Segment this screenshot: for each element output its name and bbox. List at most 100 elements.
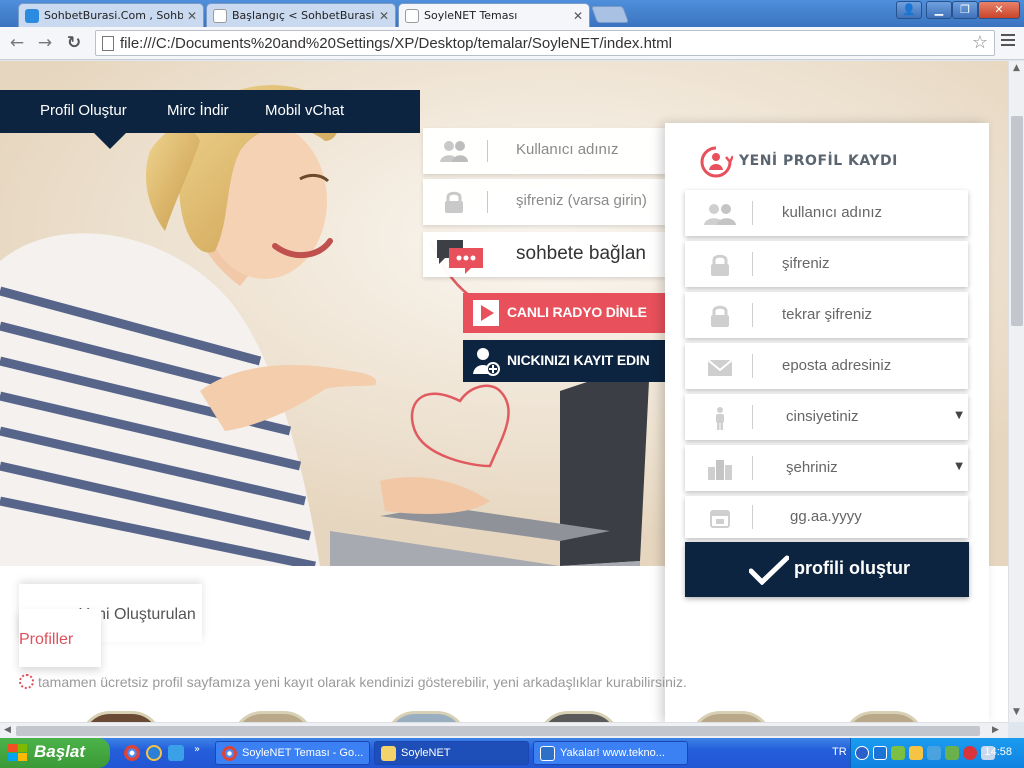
person-icon	[716, 407, 724, 430]
login-username-field[interactable]: Kullanıcı adınız	[423, 128, 665, 174]
chat-favicon-icon	[25, 8, 39, 23]
profiles-description: tamamen ücretsiz profil sayfamıza yeni k…	[38, 674, 687, 690]
chrome-quicklaunch-icon[interactable]	[124, 745, 140, 761]
chat-bubbles-icon	[437, 240, 483, 274]
register-birthdate-placeholder: gg.aa.yyyy	[790, 508, 862, 525]
browser-menu-icon[interactable]	[1001, 34, 1015, 48]
quicklaunch-more-icon[interactable]: »	[194, 744, 200, 755]
system-tray: 14:58	[850, 738, 1024, 768]
taskbar-item-browser[interactable]: SoyleNET Teması - Go...	[215, 741, 370, 765]
bookmark-star-icon[interactable]: ☆	[972, 32, 988, 53]
tab-close-icon[interactable]: ✕	[573, 9, 583, 23]
page-viewport: Profil Oluştur Mirc İndir Mobil vChat Ku…	[0, 61, 1008, 722]
register-password-placeholder: şifreniz	[782, 255, 830, 272]
taskbar-item-folder[interactable]: SoyleNET	[374, 741, 529, 765]
lock-icon	[445, 191, 463, 213]
browser-tab-soylenet[interactable]: SoyleNET Teması ✕	[398, 3, 590, 27]
tray-app-icon[interactable]	[945, 746, 959, 760]
register-gender-value: cinsiyetiniz	[786, 408, 859, 425]
scroll-down-icon[interactable]: ▼	[1013, 707, 1020, 717]
city-buildings-icon	[708, 460, 732, 480]
register-username-field[interactable]: kullanıcı adınız	[685, 190, 968, 236]
users-icon	[440, 141, 468, 162]
reload-icon[interactable]: ↻	[63, 32, 85, 54]
profiles-tab-title: Profiller	[19, 631, 74, 648]
create-profile-button[interactable]: profili oluştur	[685, 542, 969, 597]
tray-security-icon[interactable]	[963, 746, 977, 760]
field-separator	[752, 252, 753, 276]
profile-avatar[interactable]	[385, 711, 467, 722]
minimize-icon[interactable]: ▁	[926, 1, 952, 19]
lock-icon	[711, 305, 729, 327]
register-nick-button[interactable]: NICKINIZI KAYIT EDIN	[463, 340, 665, 382]
register-city-value: şehriniz	[786, 459, 838, 476]
browser-tab-baslangic[interactable]: Başlangıç < SohbetBurasi.Com ✕	[206, 3, 396, 27]
horizontal-scrollbar[interactable]: ◀ ▶	[0, 722, 1008, 738]
back-arrow-icon[interactable]: ←	[6, 32, 28, 54]
taskbar-item-label: SoyleNET	[401, 747, 451, 759]
new-tab-button[interactable]	[590, 6, 630, 23]
field-separator	[487, 191, 488, 213]
field-separator	[752, 303, 753, 327]
taskbar-item-tekno[interactable]: Yakalar! www.tekno...	[533, 741, 688, 765]
play-icon	[473, 300, 499, 326]
profile-register-icon	[700, 146, 733, 178]
scroll-right-icon[interactable]: ▶	[992, 725, 999, 735]
scroll-up-icon[interactable]: ▲	[1013, 63, 1020, 73]
taskbar-clock[interactable]: 14:58	[984, 746, 1012, 758]
address-bar[interactable]: file:///C:/Documents%20and%20Settings/XP…	[95, 30, 995, 56]
register-username-placeholder: kullanıcı adınız	[782, 204, 883, 221]
tray-app-icon[interactable]	[909, 746, 923, 760]
profiles-tab[interactable]: Profiller	[19, 609, 101, 667]
language-indicator[interactable]: TR	[832, 746, 847, 758]
register-birthdate-field[interactable]: gg.aa.yyyy	[685, 496, 968, 538]
tray-network-icon[interactable]	[927, 746, 941, 760]
url-text[interactable]: file:///C:/Documents%20and%20Settings/XP…	[120, 35, 672, 52]
forward-arrow-icon[interactable]: →	[34, 32, 56, 54]
register-email-field[interactable]: eposta adresiniz	[685, 343, 968, 389]
vertical-scroll-thumb[interactable]	[1011, 116, 1023, 326]
nav-mobil-vchat[interactable]: Mobil vChat	[265, 102, 344, 119]
windows-taskbar: Başlat » SoyleNET Teması - Go... SoyleNE…	[0, 738, 1024, 768]
live-radio-button[interactable]: CANLI RADYO DİNLE	[463, 293, 665, 333]
active-nav-caret	[94, 133, 126, 149]
connect-chat-button[interactable]: sohbete bağlan	[423, 232, 665, 277]
start-button[interactable]: Başlat	[0, 738, 110, 768]
login-password-field[interactable]: şifreniz (varsa girin)	[423, 179, 665, 225]
register-password-repeat-field[interactable]: tekrar şifreniz	[685, 292, 968, 338]
close-window-icon[interactable]: ✕	[978, 1, 1020, 19]
profile-avatar[interactable]	[232, 711, 314, 722]
horizontal-scroll-thumb[interactable]	[16, 726, 980, 736]
field-separator	[752, 354, 753, 378]
tab-close-icon[interactable]: ✕	[379, 9, 389, 23]
media-quicklaunch-icon[interactable]	[168, 745, 184, 761]
envelope-icon	[707, 359, 733, 376]
nav-mirc-indir[interactable]: Mirc İndir	[167, 102, 229, 119]
loading-spinner-icon	[19, 674, 34, 689]
user-profile-icon[interactable]: 👤	[896, 1, 922, 19]
windows-logo-icon	[8, 744, 27, 761]
scroll-left-icon[interactable]: ◀	[4, 725, 11, 735]
restore-icon[interactable]: ❐	[952, 1, 978, 19]
ie-quicklaunch-icon[interactable]	[146, 745, 162, 761]
username-placeholder: Kullanıcı adınız	[516, 141, 619, 158]
browser-tab-sohbetburasi[interactable]: SohbetBurasi.Com , Sohbet, ✕	[18, 3, 204, 27]
profile-avatar[interactable]	[80, 711, 162, 722]
vertical-scrollbar[interactable]: ▲ ▼	[1008, 61, 1024, 722]
tab-title: Başlangıç < SohbetBurasi.Com	[232, 9, 375, 22]
browser-toolbar: ← → ↻ file:///C:/Documents%20and%20Setti…	[0, 27, 1024, 60]
tray-arrow-icon[interactable]	[855, 746, 869, 760]
nav-profil-olustur[interactable]: Profil Oluştur	[40, 102, 127, 119]
field-separator	[752, 456, 753, 480]
checkmark-icon	[749, 555, 789, 585]
register-gender-select[interactable]: cinsiyetiniz ▼	[685, 394, 968, 440]
tray-app-icon[interactable]	[873, 746, 887, 760]
page-favicon-icon	[213, 8, 227, 23]
register-password-field[interactable]: şifreniz	[685, 241, 968, 287]
tray-app-icon[interactable]	[891, 746, 905, 760]
app-icon	[540, 746, 555, 761]
tab-close-icon[interactable]: ✕	[187, 9, 197, 23]
profile-avatar[interactable]	[538, 711, 620, 722]
register-city-select[interactable]: şehriniz ▼	[685, 445, 968, 491]
register-nick-label: NICKINIZI KAYIT EDIN	[507, 352, 650, 368]
